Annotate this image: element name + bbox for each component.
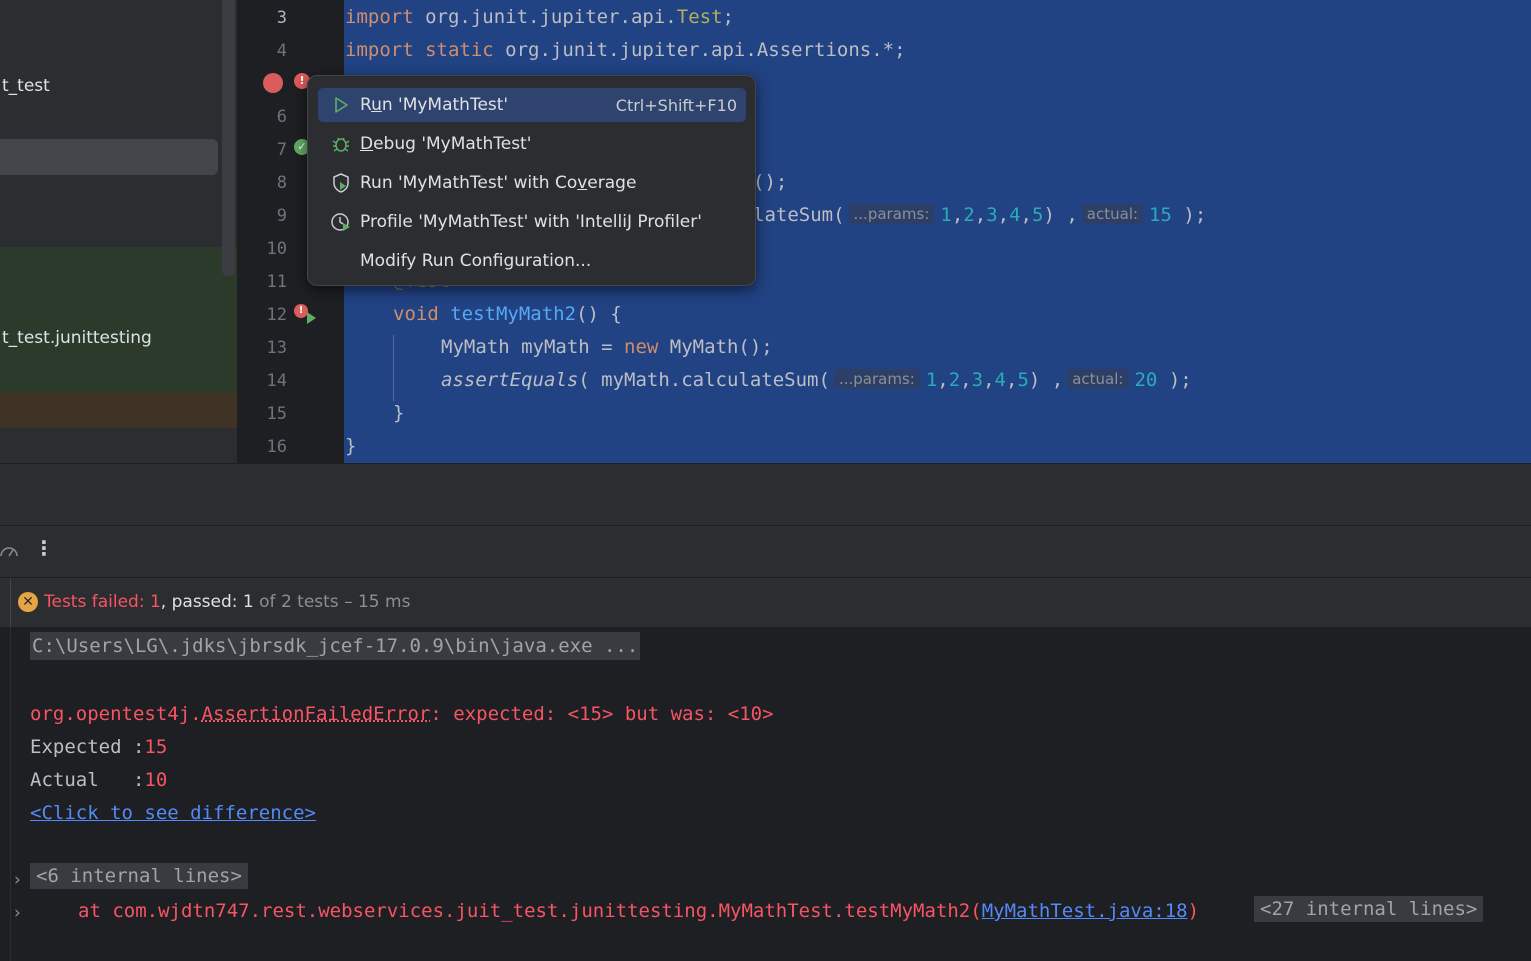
code-line-8[interactable]: (); [753,171,787,193]
code-line-14[interactable]: assertEquals( myMath.calculateSum(...par… [441,369,1192,391]
menu-item-modify-config[interactable]: Modify Run Configuration... [318,244,746,278]
param-hint: actual: [1081,204,1144,224]
see-difference-link[interactable]: <Click to see difference> [30,802,316,824]
code-line-16[interactable]: } [345,435,356,457]
tree-item[interactable]: t_test [2,76,50,96]
console-output[interactable]: C:\Users\LG\.jdks\jbrsdk_jcef-17.0.9\bin… [0,627,1531,961]
test-summary: Tests failed: 1, passed: 1 of 2 tests – … [44,592,411,612]
code-line-15[interactable]: } [393,402,404,424]
tree-item-package[interactable]: t_test.junittesting [2,328,152,348]
tree-item-selected[interactable] [0,139,218,175]
line-number: 16 [266,437,287,457]
code-line-3[interactable]: import org.junit.jupiter.api.Test; [345,6,734,28]
expected-line: Expected :15 [30,736,168,758]
menu-item-label: Modify Run Configuration... [360,251,592,271]
breakpoint-icon[interactable] [263,73,283,93]
code-line-4[interactable]: import static org.junit.jupiter.api.Asse… [345,39,906,61]
more-options-icon[interactable]: ⋮ [34,536,54,560]
actual-line: Actual :10 [30,769,168,791]
indent-guide [393,335,394,401]
run-icon [326,88,356,122]
line-number: 8 [276,173,287,193]
divider [10,627,11,961]
param-hint: ...params: [848,204,935,224]
menu-item-label: Debug 'MyMathTest' [360,134,532,154]
line-number: 12 [266,305,287,325]
line-number: 13 [266,338,287,358]
profiler-icon [326,205,356,239]
line-number: 10 [266,239,287,259]
test-failed-icon[interactable]: ! [294,304,308,318]
expand-chevron-icon[interactable]: › [14,870,21,890]
code-line-13[interactable]: MyMath myMath = new MyMath(); [441,336,773,358]
tool-window-header [0,463,1531,525]
tree-highlight-green [0,247,237,392]
menu-item-run[interactable]: Run 'MyMathTest' Ctrl+Shift+F10 [318,88,746,122]
tree-scrollbar[interactable] [222,0,235,276]
coverage-icon [326,166,356,200]
line-number: 11 [266,272,287,292]
menu-item-label: Run 'MyMathTest' with Coverage [360,173,637,193]
line-number: 4 [276,41,287,61]
internal-lines-fold[interactable]: <27 internal lines> [1254,896,1484,922]
internal-lines-fold[interactable]: <6 internal lines> [30,863,248,889]
source-link[interactable]: MyMathTest.java:18 [982,900,1188,922]
debug-icon [326,127,356,161]
command-line[interactable]: C:\Users\LG\.jdks\jbrsdk_jcef-17.0.9\bin… [30,632,641,660]
line-number: 3 [276,8,287,28]
code-line-9[interactable]: lateSum(...params: 1,2,3,4,5) , actual: 15 … [753,204,1206,226]
line-number: 7 [276,140,287,160]
menu-item-coverage[interactable]: Run 'MyMathTest' with Coverage [318,166,746,200]
assertion-error: org.opentest4j.AssertionFailedError: exp… [30,703,774,725]
stack-trace-line: at com.wjdtn747.rest.webservices.juit_te… [78,900,1200,922]
line-number: 14 [266,371,287,391]
tests-failed-icon: ✕ [18,592,38,612]
run-context-menu: Run 'MyMathTest' Ctrl+Shift+F10 Debug 'M… [307,75,756,286]
line-number: 6 [276,107,287,127]
menu-item-label: Profile 'MyMathTest' with 'IntelliJ Prof… [360,212,702,232]
run-test-icon[interactable] [307,312,316,324]
menu-item-profile[interactable]: Profile 'MyMathTest' with 'IntelliJ Prof… [318,205,746,239]
gauge-icon[interactable] [0,542,18,566]
param-hint: actual: [1067,369,1129,389]
tree-highlight-brown [0,392,237,428]
menu-item-shortcut: Ctrl+Shift+F10 [615,95,737,115]
expand-chevron-icon[interactable]: › [14,903,21,923]
project-panel: t_test t_test.junittesting [0,0,237,463]
code-line-12[interactable]: void testMyMath2() { [393,303,622,325]
param-hint: ...params: [833,369,920,389]
divider [10,578,11,628]
menu-item-label: Run 'MyMathTest' [360,95,509,115]
line-number: 9 [276,206,287,226]
menu-item-debug[interactable]: Debug 'MyMathTest' [318,127,746,161]
run-toolbar: ⋮ [0,525,1531,577]
test-status-bar: ✕ Tests failed: 1, passed: 1 of 2 tests … [0,577,1531,628]
line-number: 15 [266,404,287,424]
